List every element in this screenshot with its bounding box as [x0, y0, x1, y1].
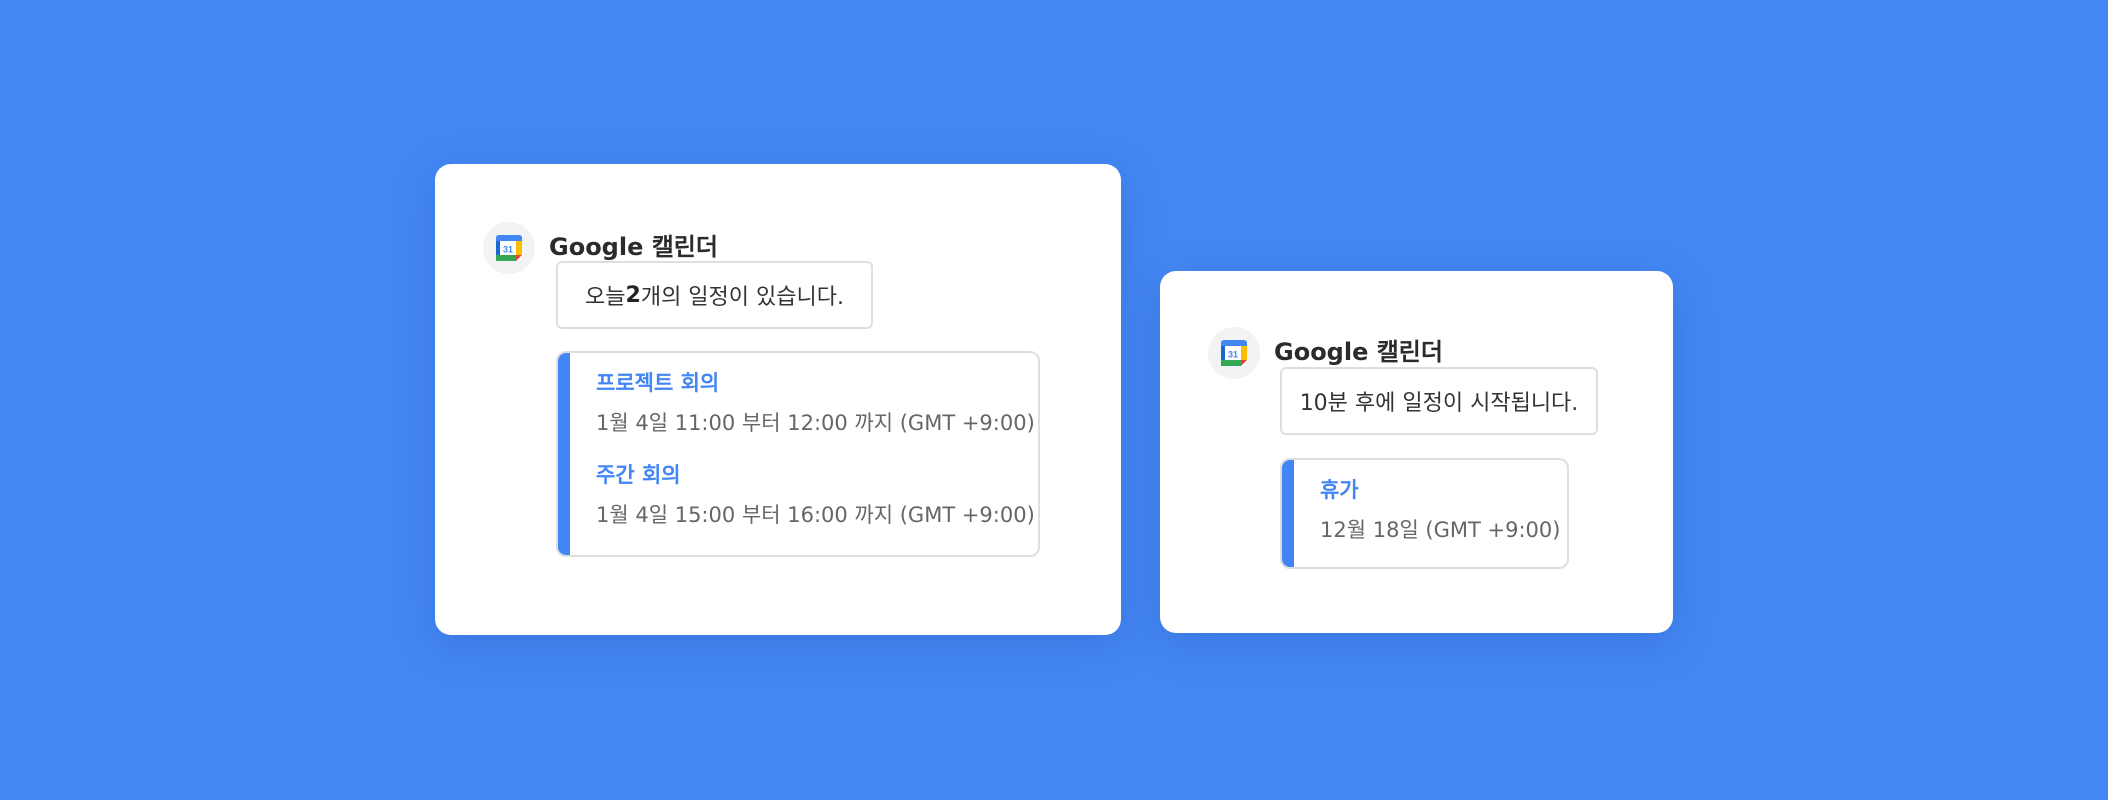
message-count: 2 [625, 282, 641, 308]
message-text-before: 10분 후에 일정이 시작됩니다. [1299, 391, 1579, 416]
event-item[interactable]: 휴가 12월 18일 (GMT +9:00) [1320, 474, 1560, 544]
event-list: 휴가 12월 18일 (GMT +9:00) [1280, 458, 1569, 569]
notification-message: 오늘 2 개의 일정이 있습니다. [556, 261, 873, 329]
message-text-after: 개의 일정이 있습니다. [640, 285, 844, 310]
event-item[interactable]: 프로젝트 회의 1월 4일 11:00 부터 12:00 까지 (GMT +9:… [596, 367, 1035, 437]
google-calendar-icon: 31 [483, 222, 535, 274]
event-time: 12월 18일 (GMT +9:00) [1320, 518, 1561, 542]
event-color-bar [1282, 460, 1294, 567]
event-list: 프로젝트 회의 1월 4일 11:00 부터 12:00 까지 (GMT +9:… [556, 351, 1040, 557]
calendar-day-number: 31 [1228, 350, 1238, 360]
notification-card-today[interactable]: 31 Google 캘린더 오늘 2 개의 일정이 있습니다. 프로젝트 회의 1… [435, 164, 1121, 635]
event-title[interactable]: 휴가 [1320, 474, 1560, 504]
event-time: 1월 4일 15:00 부터 16:00 까지 (GMT +9:00) [596, 503, 1035, 527]
event-color-bar [558, 353, 570, 555]
app-name: Google 캘린더 [1274, 337, 1443, 366]
event-item[interactable]: 주간 회의 1월 4일 15:00 부터 16:00 까지 (GMT +9:00… [596, 459, 1035, 529]
notification-card-upcoming[interactable]: 31 Google 캘린더 10분 후에 일정이 시작됩니다. 휴가 12월 1… [1160, 271, 1673, 633]
event-title[interactable]: 프로젝트 회의 [596, 367, 1035, 397]
event-title[interactable]: 주간 회의 [596, 459, 1035, 489]
google-calendar-icon: 31 [1208, 327, 1260, 379]
app-name: Google 캘린더 [549, 232, 718, 261]
event-time: 1월 4일 11:00 부터 12:00 까지 (GMT +9:00) [596, 411, 1035, 435]
message-text-before: 오늘 [585, 285, 626, 310]
notification-message: 10분 후에 일정이 시작됩니다. [1280, 367, 1598, 435]
calendar-day-number: 31 [503, 245, 513, 255]
